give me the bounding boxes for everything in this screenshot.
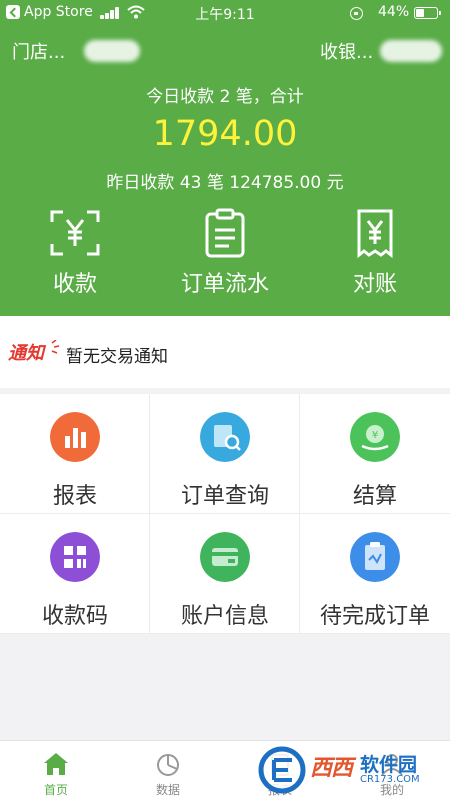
grid-item-pending-orders[interactable]: 待完成订单	[300, 514, 450, 634]
notice-bar[interactable]: 通知 暂无交易通知	[0, 316, 450, 388]
grid-label-payment-code: 收款码	[41, 604, 108, 629]
status-bar: App Store 上午9:11 44%	[0, 0, 450, 26]
home-icon	[44, 753, 68, 775]
yesterday-summary: 昨日收款 43 笔 124785.00 元	[106, 173, 344, 193]
battery-percent: 44%	[378, 4, 410, 20]
feature-grid: 报表 订单查询 ¥ 结算 收款码 账户信息 待完成订单	[0, 394, 450, 634]
grid-label-report: 报表	[52, 484, 97, 509]
redacted-cashier-name	[380, 40, 442, 62]
scan-yen-icon	[50, 210, 100, 256]
cashier-name[interactable]: 收银...	[320, 38, 373, 64]
grid-label-account-info: 账户信息	[180, 604, 269, 629]
grid-item-report[interactable]: 报表	[0, 394, 150, 514]
collect-payment-button[interactable]: 收款	[0, 208, 150, 304]
tab-label-data: 数据	[155, 783, 180, 797]
watermark-brand: 西西	[310, 756, 353, 781]
order-search-icon	[200, 412, 250, 462]
account-card-icon	[200, 532, 250, 582]
battery-icon	[414, 7, 441, 19]
notice-badge: 通知	[8, 340, 60, 364]
notice-badge-text: 通知	[8, 343, 47, 364]
grid-item-order-query[interactable]: 订单查询	[150, 394, 300, 514]
reconciliation-label: 对账	[352, 272, 397, 297]
watermark-product: 软件园	[360, 754, 418, 776]
clipboard-icon	[205, 208, 245, 258]
grid-label-settlement: 结算	[352, 484, 397, 509]
orientation-lock-icon	[350, 7, 363, 20]
grid-label-order-query: 订单查询	[180, 484, 269, 509]
watermark-logo-icon	[258, 746, 306, 794]
tab-home[interactable]: 首页	[0, 741, 112, 800]
pie-chart-icon	[157, 754, 179, 776]
tab-label-home: 首页	[43, 783, 68, 797]
watermark-url: CR173.COM	[360, 774, 420, 785]
today-amount: 1794.00	[152, 114, 298, 154]
tab-data[interactable]: 数据	[112, 741, 224, 800]
receipt-yen-icon	[357, 209, 393, 258]
grid-item-settlement[interactable]: ¥ 结算	[300, 394, 450, 514]
pending-order-icon	[350, 532, 400, 582]
store-name[interactable]: 门店...	[12, 38, 65, 64]
header-panel: App Store 上午9:11 44% 门店... 收银... 今日收款 2 …	[0, 0, 450, 316]
reconciliation-button[interactable]: 对账	[300, 208, 450, 304]
grid-item-account-info[interactable]: 账户信息	[150, 514, 300, 634]
grid-item-payment-code[interactable]: 收款码	[0, 514, 150, 634]
qr-grid-icon	[50, 532, 100, 582]
order-flow-button[interactable]: 订单流水	[150, 208, 300, 304]
report-chart-icon	[50, 412, 100, 462]
notice-text: 暂无交易通知	[66, 347, 168, 367]
settlement-icon: ¥	[350, 412, 400, 462]
collect-payment-label: 收款	[52, 272, 97, 297]
grid-label-pending-orders: 待完成订单	[319, 604, 430, 629]
today-summary: 今日收款 2 笔，合计	[146, 87, 304, 107]
svg-text:¥: ¥	[372, 430, 378, 441]
site-watermark: 西西 软件园 CR173.COM	[250, 744, 450, 796]
redacted-store-name	[84, 40, 140, 62]
order-flow-label: 订单流水	[180, 272, 269, 297]
